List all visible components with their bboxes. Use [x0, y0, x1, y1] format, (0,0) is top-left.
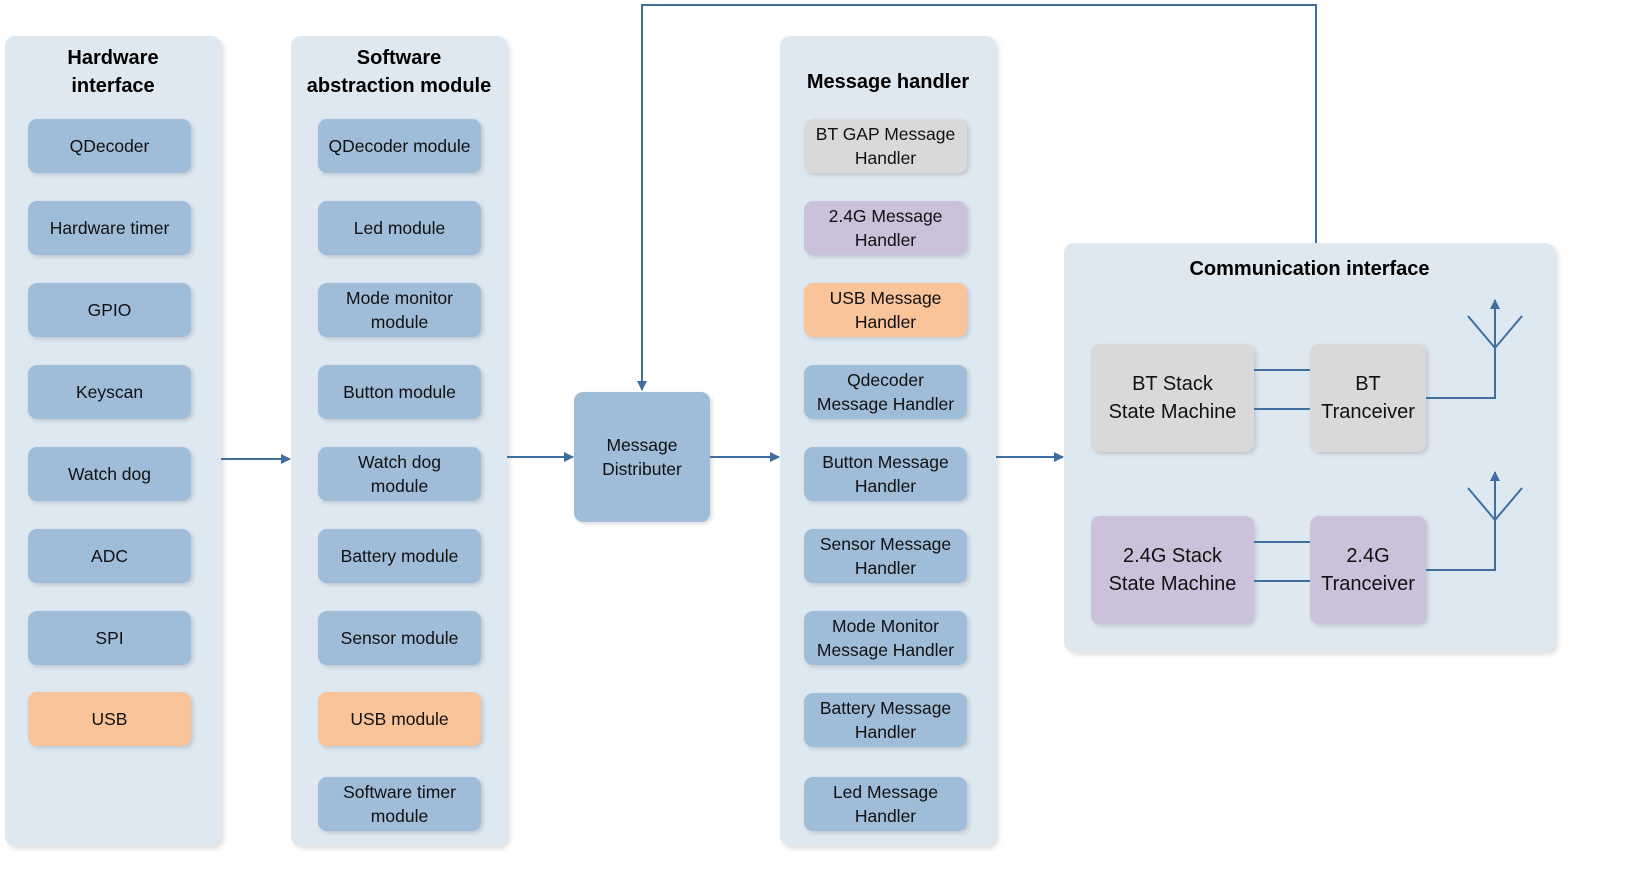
antenna-icon	[1426, 471, 1500, 571]
antenna-icon	[1426, 299, 1500, 399]
feedback-arrow	[637, 4, 1317, 391]
connectors	[221, 4, 1523, 582]
